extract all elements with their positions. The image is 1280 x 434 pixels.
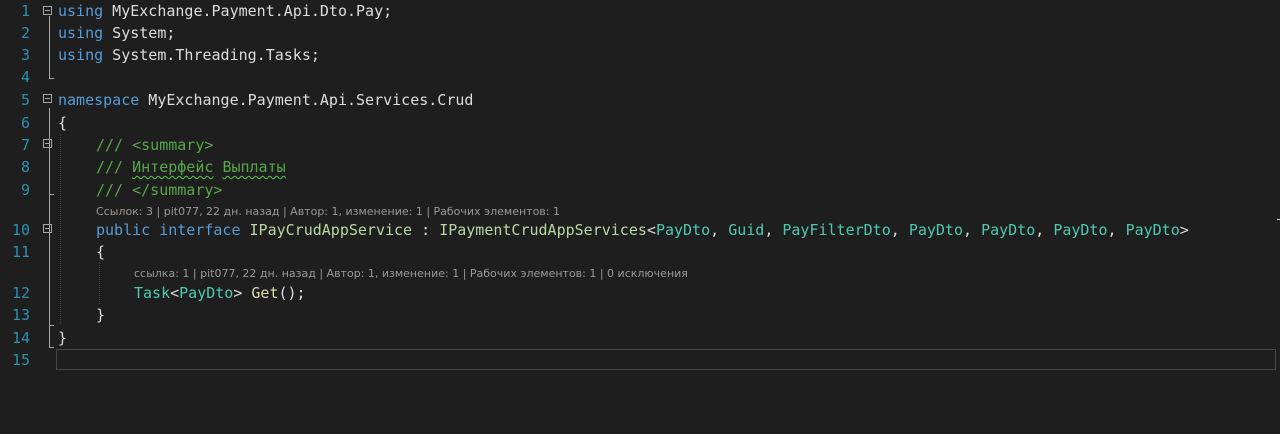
collapse-icon[interactable] — [43, 94, 52, 103]
spelling-squiggle: Интерфейс — [132, 158, 214, 176]
line-number: 12 — [11, 284, 30, 302]
code-line-3: 3 using System.Threading.Tasks; — [0, 44, 1280, 66]
line-number: 13 — [11, 306, 30, 324]
code-text: public interface IPayCrudAppService : IP… — [96, 221, 1189, 239]
code-text: Task<PayDto> Get(); — [134, 284, 306, 302]
line-number: 7 — [20, 136, 30, 154]
line-number: 1 — [20, 2, 30, 20]
xml-doc-comment: /// Интерфейс Выплаты — [96, 158, 286, 176]
code-text: using MyExchange.Payment.Api.Dto.Pay; — [58, 2, 393, 20]
code-line-7: 7 /// <summary> — [0, 134, 1280, 156]
line-number: 2 — [20, 24, 30, 42]
code-line-1: 1 using MyExchange.Payment.Api.Dto.Pay; — [0, 0, 1280, 22]
code-text: using System.Threading.Tasks; — [58, 46, 320, 64]
code-text: namespace MyExchange.Payment.Api.Service… — [58, 91, 474, 109]
code-line-12: 12 Task<PayDto> Get(); — [0, 282, 1280, 304]
line-number: 8 — [20, 158, 30, 176]
line-number: 4 — [20, 68, 30, 86]
line-number: 9 — [20, 181, 30, 199]
code-line-15: 15 — [0, 349, 1280, 371]
code-line-6: 6 { — [0, 112, 1280, 134]
line-number: 14 — [11, 329, 30, 347]
line-number: 3 — [20, 46, 30, 64]
code-line-13: 13 } — [0, 304, 1280, 326]
codelens-interface[interactable]: Ссылок: 3 | pit077, 22 дн. назад | Автор… — [96, 205, 560, 219]
collapse-icon[interactable] — [43, 224, 52, 233]
code-line-5: 5 namespace MyExchange.Payment.Api.Servi… — [0, 89, 1280, 111]
code-text: { — [96, 243, 106, 261]
code-line-2: 2 using System; — [0, 22, 1280, 44]
line-number: 6 — [20, 114, 30, 132]
line-number: 11 — [11, 243, 30, 261]
xml-doc-comment: /// </summary> — [96, 181, 223, 199]
code-text: { — [58, 114, 68, 132]
xml-doc-comment: /// <summary> — [96, 136, 214, 154]
code-line-14: 14 } — [0, 327, 1280, 349]
codelens-method[interactable]: ссылка: 1 | pit077, 22 дн. назад | Автор… — [134, 267, 688, 281]
collapse-icon[interactable] — [43, 6, 52, 15]
code-editor[interactable]: 1 using MyExchange.Payment.Api.Dto.Pay; … — [0, 0, 1280, 434]
code-text: } — [96, 306, 106, 324]
line-number: 5 — [20, 91, 30, 109]
line-number: 10 — [11, 221, 30, 239]
code-text: using System; — [58, 24, 176, 42]
line-number: 15 — [11, 351, 30, 369]
code-line-4: 4 — [0, 66, 1280, 88]
collapse-icon[interactable] — [43, 139, 52, 148]
code-text: } — [58, 329, 68, 347]
code-line-9: 9 /// </summary> — [0, 179, 1280, 201]
spelling-squiggle: Выплаты — [222, 158, 286, 176]
code-line-10: 10 public interface IPayCrudAppService :… — [0, 219, 1280, 241]
code-line-11: 11 { — [0, 241, 1280, 263]
code-line-8: 8 /// Интерфейс Выплаты — [0, 156, 1280, 178]
